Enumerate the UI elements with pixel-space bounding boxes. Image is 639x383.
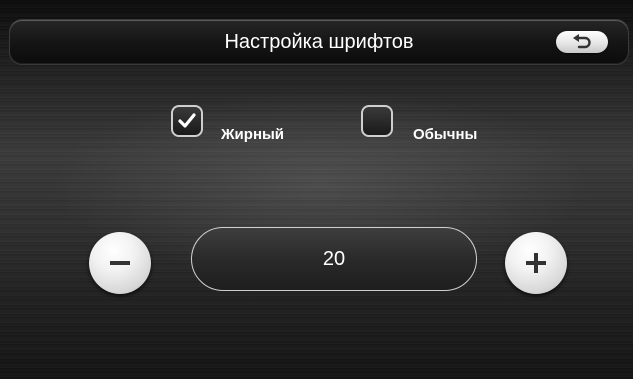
minus-icon	[110, 261, 130, 265]
title-bar: Настройка шрифтов	[10, 20, 628, 64]
bold-checkbox[interactable]	[171, 105, 203, 137]
page-title: Настройка шрифтов	[224, 31, 414, 53]
font-size-value: 20	[191, 227, 477, 291]
normal-checkbox[interactable]	[361, 105, 393, 137]
decrease-size-button[interactable]	[89, 232, 151, 294]
increase-size-button[interactable]	[505, 232, 567, 294]
back-button[interactable]	[556, 31, 608, 53]
return-arrow-icon	[573, 34, 591, 49]
frame-edge-right	[633, 0, 639, 383]
font-settings-screen: Настройка шрифтов Жирный Обычны 20	[0, 0, 639, 383]
frame-edge-bottom	[0, 379, 639, 383]
normal-label: Обычны	[413, 126, 478, 143]
checkmark-icon	[178, 113, 196, 128]
plus-icon	[526, 253, 546, 273]
bold-label: Жирный	[221, 126, 285, 143]
